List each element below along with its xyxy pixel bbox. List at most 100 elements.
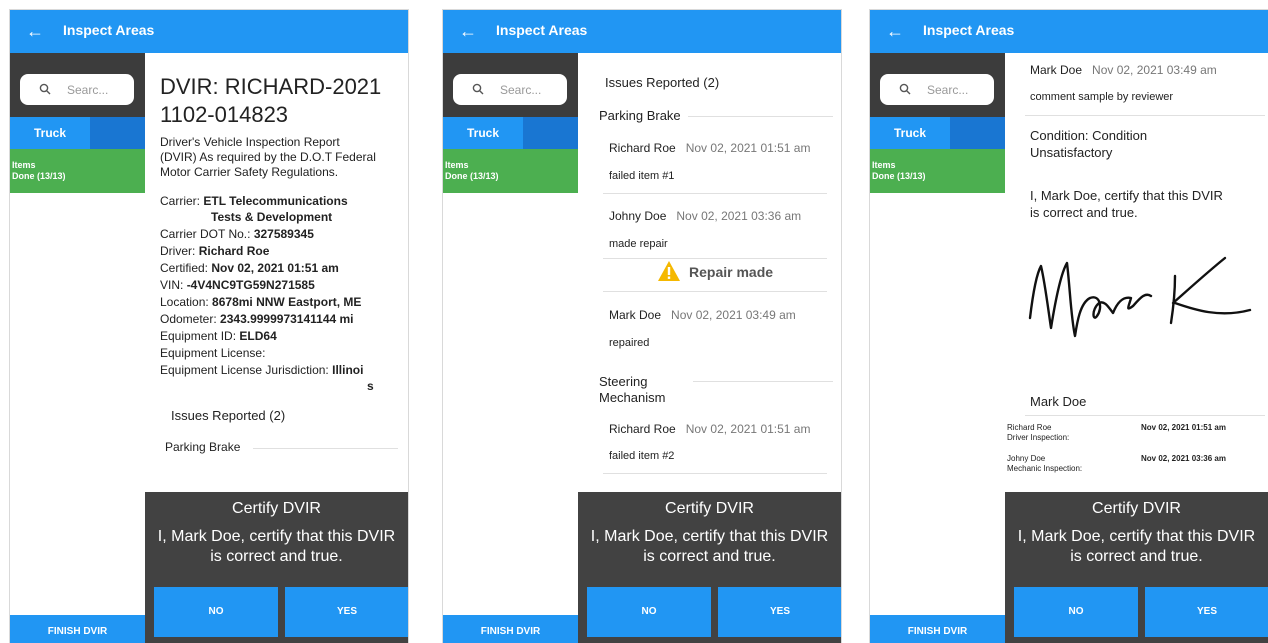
dvir-title-line2: 1102-014823 [160, 102, 289, 127]
search-placeholder: Searc... [500, 83, 542, 97]
yes-button[interactable]: YES [1145, 587, 1268, 637]
items-status: Done (13/13) [445, 171, 499, 181]
divider [603, 258, 827, 259]
tab-trailer[interactable] [90, 117, 145, 149]
vin-row: VIN: -4V4NC9TG59N271585 [160, 278, 315, 292]
search-input[interactable]: Searc... [453, 74, 567, 105]
driver-name: Richard Roe [1007, 423, 1052, 432]
driver-inspection-date: Nov 02, 2021 01:51 am [1141, 423, 1226, 432]
app-bar: ← Inspect Areas [10, 10, 408, 53]
dvir-desc-line2: (DVIR) As required by the D.O.T Federal [160, 150, 376, 164]
divider [1025, 415, 1265, 416]
sidebar: Searc... Truck Items Done (13/13) FINISH… [443, 53, 578, 643]
jurisdiction-row: Equipment License Jurisdiction: Illinoi [160, 363, 363, 377]
warning-icon [658, 261, 680, 281]
vin-value: -4V4NC9TG59N271585 [186, 278, 315, 292]
certify-text: I, Mark Doe, certify that this DVIR is c… [590, 528, 829, 565]
finish-dvir-button[interactable]: FINISH DVIR [443, 615, 578, 643]
app-title: Inspect Areas [496, 22, 588, 38]
comment-author: Mark Doe [609, 308, 662, 322]
items-status: Done (13/13) [872, 171, 926, 181]
search-input[interactable]: Searc... [880, 74, 994, 105]
location-value: 8678mi NNW Eastport, ME [212, 295, 362, 309]
location-label: Location: [160, 295, 209, 309]
certify-sheet: Certify DVIR I, Mark Doe, certify that t… [1005, 492, 1268, 643]
tab-truck[interactable]: Truck [10, 117, 90, 149]
comment-header: Mark Doe Nov 02, 2021 03:49 am [1030, 63, 1217, 77]
certify-statement-line1: I, Mark Doe, certify that this DVIR [1030, 188, 1223, 203]
comment-author: Richard Roe [609, 422, 676, 436]
certify-title: Certify DVIR [232, 500, 321, 517]
carrier-value: ETL Telecommunications [203, 194, 348, 208]
app-bar: ← Inspect Areas [870, 10, 1268, 53]
repair-made-label: Repair made [689, 264, 774, 280]
app-title: Inspect Areas [923, 22, 1015, 38]
certify-sheet: Certify DVIR I, Mark Doe, certify that t… [578, 492, 841, 643]
sidebar-item-items[interactable]: Items Done (13/13) [10, 149, 145, 193]
tab-truck[interactable]: Truck [870, 117, 950, 149]
divider [1025, 115, 1265, 116]
finish-dvir-button[interactable]: FINISH DVIR [10, 615, 145, 643]
comment-header: Richard Roe Nov 02, 2021 01:51 am [609, 141, 810, 155]
driver-row: Driver: Richard Roe [160, 244, 269, 258]
jurisdiction-value-line2: s [367, 379, 374, 393]
search-icon [472, 83, 484, 95]
carrier-label: Carrier: [160, 194, 201, 208]
comment-text: failed item #2 [609, 450, 675, 462]
certify-title: Certify DVIR [1092, 500, 1181, 517]
comment-header: Mark Doe Nov 02, 2021 03:49 am [609, 308, 796, 322]
issues-header: Issues Reported (2) [171, 408, 286, 423]
no-button[interactable]: NO [587, 587, 711, 637]
dot-row: Carrier DOT No.: 327589345 [160, 227, 314, 241]
comment-date: Nov 02, 2021 01:51 am [685, 141, 811, 155]
odometer-value: 2343.9999973141144 mi [220, 312, 354, 326]
comment-author: Mark Doe [1030, 63, 1083, 77]
mechanic-role: Mechanic Inspection: [1007, 464, 1083, 473]
certify-text: I, Mark Doe, certify that this DVIR is c… [1017, 528, 1256, 565]
back-arrow-icon[interactable]: ← [459, 20, 477, 42]
search-input[interactable]: Searc... [20, 74, 134, 105]
divider [688, 116, 833, 117]
divider [603, 473, 827, 474]
equipment-id-value: ELD64 [239, 329, 277, 343]
tab-trailer[interactable] [950, 117, 1005, 149]
yes-button[interactable]: YES [285, 587, 408, 637]
jurisdiction-label: Equipment License Jurisdiction: [160, 363, 329, 377]
carrier-row: Carrier: ETL Telecommunications [160, 194, 348, 208]
jurisdiction-value: Illinoi [332, 363, 364, 377]
mechanic-name: Johny Doe [1007, 454, 1046, 463]
yes-button[interactable]: YES [718, 587, 841, 637]
location-row: Location: 8678mi NNW Eastport, ME [160, 295, 361, 309]
condition-line2: Unsatisfactory [1030, 145, 1113, 160]
comment-date: Nov 02, 2021 03:36 am [676, 209, 802, 223]
tab-truck[interactable]: Truck [443, 117, 523, 149]
comment-author: Johny Doe [609, 209, 667, 223]
certify-title: Certify DVIR [665, 500, 754, 517]
screen-dvir-summary: ← Inspect Areas Searc... Truck Items Don… [10, 10, 408, 643]
comment-text: made repair [609, 238, 668, 250]
back-arrow-icon[interactable]: ← [886, 20, 904, 42]
driver-label: Driver: [160, 244, 196, 258]
comment-text: comment sample by reviewer [1030, 91, 1174, 103]
dot-label: Carrier DOT No.: [160, 227, 251, 241]
dot-value: 327589345 [253, 227, 314, 241]
section-parking-brake: Parking Brake [165, 440, 241, 454]
search-icon [39, 83, 51, 95]
no-button[interactable]: NO [154, 587, 278, 637]
certified-value: Nov 02, 2021 01:51 am [211, 261, 339, 275]
finish-dvir-button[interactable]: FINISH DVIR [870, 615, 1005, 643]
sidebar-item-items[interactable]: Items Done (13/13) [870, 149, 1005, 193]
dvir-desc-line3: Motor Carrier Safety Regulations. [160, 165, 339, 179]
sidebar: Searc... Truck Items Done (13/13) FINISH… [10, 53, 145, 643]
vin-label: VIN: [160, 278, 184, 292]
equipment-id-label: Equipment ID: [160, 329, 237, 343]
sidebar-item-items[interactable]: Items Done (13/13) [443, 149, 578, 193]
back-arrow-icon[interactable]: ← [26, 20, 44, 42]
tab-trailer[interactable] [523, 117, 578, 149]
mechanic-inspection-date: Nov 02, 2021 03:36 am [1141, 454, 1226, 463]
equipment-license-label: Equipment License: [160, 346, 266, 360]
equipment-id-row: Equipment ID: ELD64 [160, 329, 277, 343]
no-button[interactable]: NO [1014, 587, 1138, 637]
certify-text: I, Mark Doe, certify that this DVIR is c… [157, 528, 396, 565]
odometer-row: Odometer: 2343.9999973141144 mi [160, 312, 354, 326]
